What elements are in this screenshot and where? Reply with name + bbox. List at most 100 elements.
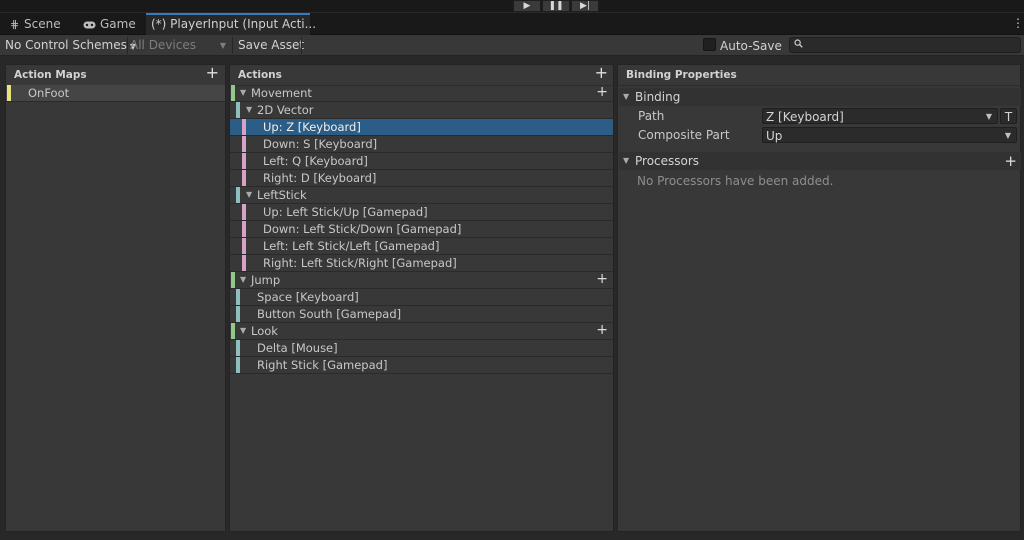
composite-binding-row[interactable]: ▼ LeftStick bbox=[230, 187, 613, 204]
tab-bar: ⋕ Scene Game (*) PlayerInput (Input Acti.… bbox=[0, 13, 1024, 35]
row-color-bar bbox=[242, 136, 246, 152]
row-label: Right: D [Keyboard] bbox=[263, 171, 377, 185]
text-mode-button[interactable]: T bbox=[1000, 108, 1017, 124]
search-input[interactable] bbox=[789, 37, 1021, 53]
composite-part-row[interactable]: Right: Left Stick/Right [Gamepad] bbox=[230, 255, 613, 272]
action-maps-title: Action Maps bbox=[14, 69, 87, 81]
row-color-bar bbox=[236, 187, 240, 203]
add-binding-icon[interactable]: + bbox=[596, 323, 608, 337]
row-color-bar bbox=[231, 85, 235, 101]
save-asset-button[interactable]: Save Asset bbox=[238, 36, 304, 55]
play-button[interactable]: ▶ bbox=[513, 0, 541, 12]
separator bbox=[301, 37, 302, 54]
row-label: Left: Q [Keyboard] bbox=[263, 154, 368, 168]
composite-part-row[interactable]: Down: Left Stick/Down [Gamepad] bbox=[230, 221, 613, 238]
processors-section-header[interactable]: ▼ Processors + bbox=[619, 152, 1021, 170]
binding-row[interactable]: Delta [Mouse] bbox=[230, 340, 613, 357]
play-toolbar bbox=[0, 0, 1024, 12]
row-label: Down: Left Stick/Down [Gamepad] bbox=[263, 222, 462, 236]
row-color-bar bbox=[231, 323, 235, 339]
row-color-bar bbox=[242, 204, 246, 220]
separator bbox=[127, 37, 128, 54]
row-color-bar bbox=[242, 238, 246, 254]
binding-row[interactable]: Space [Keyboard] bbox=[230, 289, 613, 306]
row-label: Space [Keyboard] bbox=[257, 290, 359, 304]
composite-binding-row[interactable]: ▼ 2D Vector bbox=[230, 102, 613, 119]
control-schemes-dropdown[interactable]: No Control Schemes ▼ bbox=[5, 36, 136, 55]
foldout-triangle-icon[interactable]: ▼ bbox=[246, 187, 252, 203]
add-processor-icon[interactable]: + bbox=[1004, 152, 1017, 170]
composite-part-row[interactable]: Left: Left Stick/Left [Gamepad] bbox=[230, 238, 613, 255]
composite-part-row[interactable]: Left: Q [Keyboard] bbox=[230, 153, 613, 170]
devices-dropdown[interactable]: All Devices ▼ bbox=[130, 36, 226, 55]
composite-part-value: Up bbox=[766, 129, 783, 143]
row-label: Button South [Gamepad] bbox=[257, 307, 402, 321]
add-action-map-icon[interactable]: + bbox=[206, 65, 219, 81]
tab-game[interactable]: Game bbox=[79, 13, 140, 35]
search-icon bbox=[794, 39, 803, 51]
add-binding-icon[interactable]: + bbox=[596, 272, 608, 286]
add-action-icon[interactable]: + bbox=[595, 65, 608, 81]
auto-save-checkbox[interactable] bbox=[703, 38, 716, 51]
action-map-label: OnFoot bbox=[28, 86, 70, 100]
binding-row[interactable]: Button South [Gamepad] bbox=[230, 306, 613, 323]
gamepad-icon bbox=[83, 14, 100, 36]
row-color-bar bbox=[236, 102, 240, 118]
binding-properties-title: Binding Properties bbox=[626, 69, 737, 81]
tab-label: (*) PlayerInput (Input Acti... bbox=[151, 17, 317, 31]
row-label: Delta [Mouse] bbox=[257, 341, 338, 355]
asset-toolbar: No Control Schemes ▼ All Devices ▼ Save As… bbox=[0, 35, 1024, 56]
foldout-triangle-icon[interactable]: ▼ bbox=[240, 323, 246, 339]
action-map-color-bar bbox=[7, 85, 11, 101]
binding-row[interactable]: Right Stick [Gamepad] bbox=[230, 357, 613, 374]
binding-section-label: Binding bbox=[635, 90, 681, 104]
pause-icon: ❚❚ bbox=[548, 1, 564, 11]
row-color-bar bbox=[236, 306, 240, 322]
action-maps-header: Action Maps + bbox=[6, 65, 225, 86]
composite-part-row[interactable]: Down: S [Keyboard] bbox=[230, 136, 613, 153]
row-label: Right: Left Stick/Right [Gamepad] bbox=[263, 256, 457, 270]
add-binding-icon[interactable]: + bbox=[596, 85, 608, 99]
play-icon: ▶ bbox=[523, 1, 531, 11]
tab-player-input[interactable]: (*) PlayerInput (Input Acti... bbox=[146, 13, 316, 35]
binding-section-header[interactable]: ▼ Binding bbox=[619, 88, 1021, 106]
row-color-bar bbox=[236, 357, 240, 373]
row-color-bar bbox=[236, 340, 240, 356]
action-row[interactable]: ▼ Jump + bbox=[230, 272, 613, 289]
composite-part-row[interactable]: Right: D [Keyboard] bbox=[230, 170, 613, 187]
foldout-triangle-icon[interactable]: ▼ bbox=[246, 102, 252, 118]
path-dropdown[interactable]: Z [Keyboard] ▼ bbox=[762, 108, 998, 124]
pause-button[interactable]: ❚❚ bbox=[542, 0, 570, 12]
composite-part-row[interactable]: Up: Z [Keyboard] bbox=[230, 119, 613, 136]
processors-section-label: Processors bbox=[635, 154, 700, 168]
processors-empty-message: No Processors have been added. bbox=[637, 174, 834, 188]
separator bbox=[232, 37, 233, 54]
row-label: Right Stick [Gamepad] bbox=[257, 358, 388, 372]
chevron-down-icon: ▼ bbox=[985, 112, 992, 121]
row-label: Up: Z [Keyboard] bbox=[263, 120, 361, 134]
step-button[interactable]: ▶| bbox=[571, 0, 599, 12]
row-color-bar bbox=[242, 221, 246, 237]
more-options-icon[interactable]: ⋮ bbox=[1012, 17, 1024, 29]
binding-properties-header: Binding Properties bbox=[618, 65, 1020, 86]
actions-header: Actions + bbox=[230, 65, 613, 86]
composite-part-label: Composite Part bbox=[638, 128, 730, 142]
step-icon: ▶| bbox=[580, 1, 590, 11]
foldout-triangle-icon: ▼ bbox=[623, 156, 630, 165]
tab-scene[interactable]: ⋕ Scene bbox=[6, 13, 65, 35]
composite-part-dropdown[interactable]: Up ▼ bbox=[762, 127, 1017, 143]
row-label: LeftStick bbox=[257, 188, 307, 202]
action-row[interactable]: ▼ Look + bbox=[230, 323, 613, 340]
row-label: Left: Left Stick/Left [Gamepad] bbox=[263, 239, 440, 253]
foldout-triangle-icon[interactable]: ▼ bbox=[240, 85, 246, 101]
foldout-triangle-icon[interactable]: ▼ bbox=[240, 272, 246, 288]
row-color-bar bbox=[231, 272, 235, 288]
action-row[interactable]: ▼ Movement + bbox=[230, 85, 613, 102]
tab-label: Game bbox=[100, 17, 136, 31]
composite-part-row[interactable]: Up: Left Stick/Up [Gamepad] bbox=[230, 204, 613, 221]
action-map-item[interactable]: OnFoot bbox=[6, 85, 225, 102]
binding-properties-panel: Binding Properties ▼ Binding Path Z [Key… bbox=[617, 64, 1021, 532]
actions-panel: Actions + ▼ Movement + ▼ 2D Vector Up: Z [Key… bbox=[229, 64, 614, 532]
devices-label: All Devices bbox=[130, 38, 196, 52]
grid-icon: ⋕ bbox=[10, 18, 20, 31]
